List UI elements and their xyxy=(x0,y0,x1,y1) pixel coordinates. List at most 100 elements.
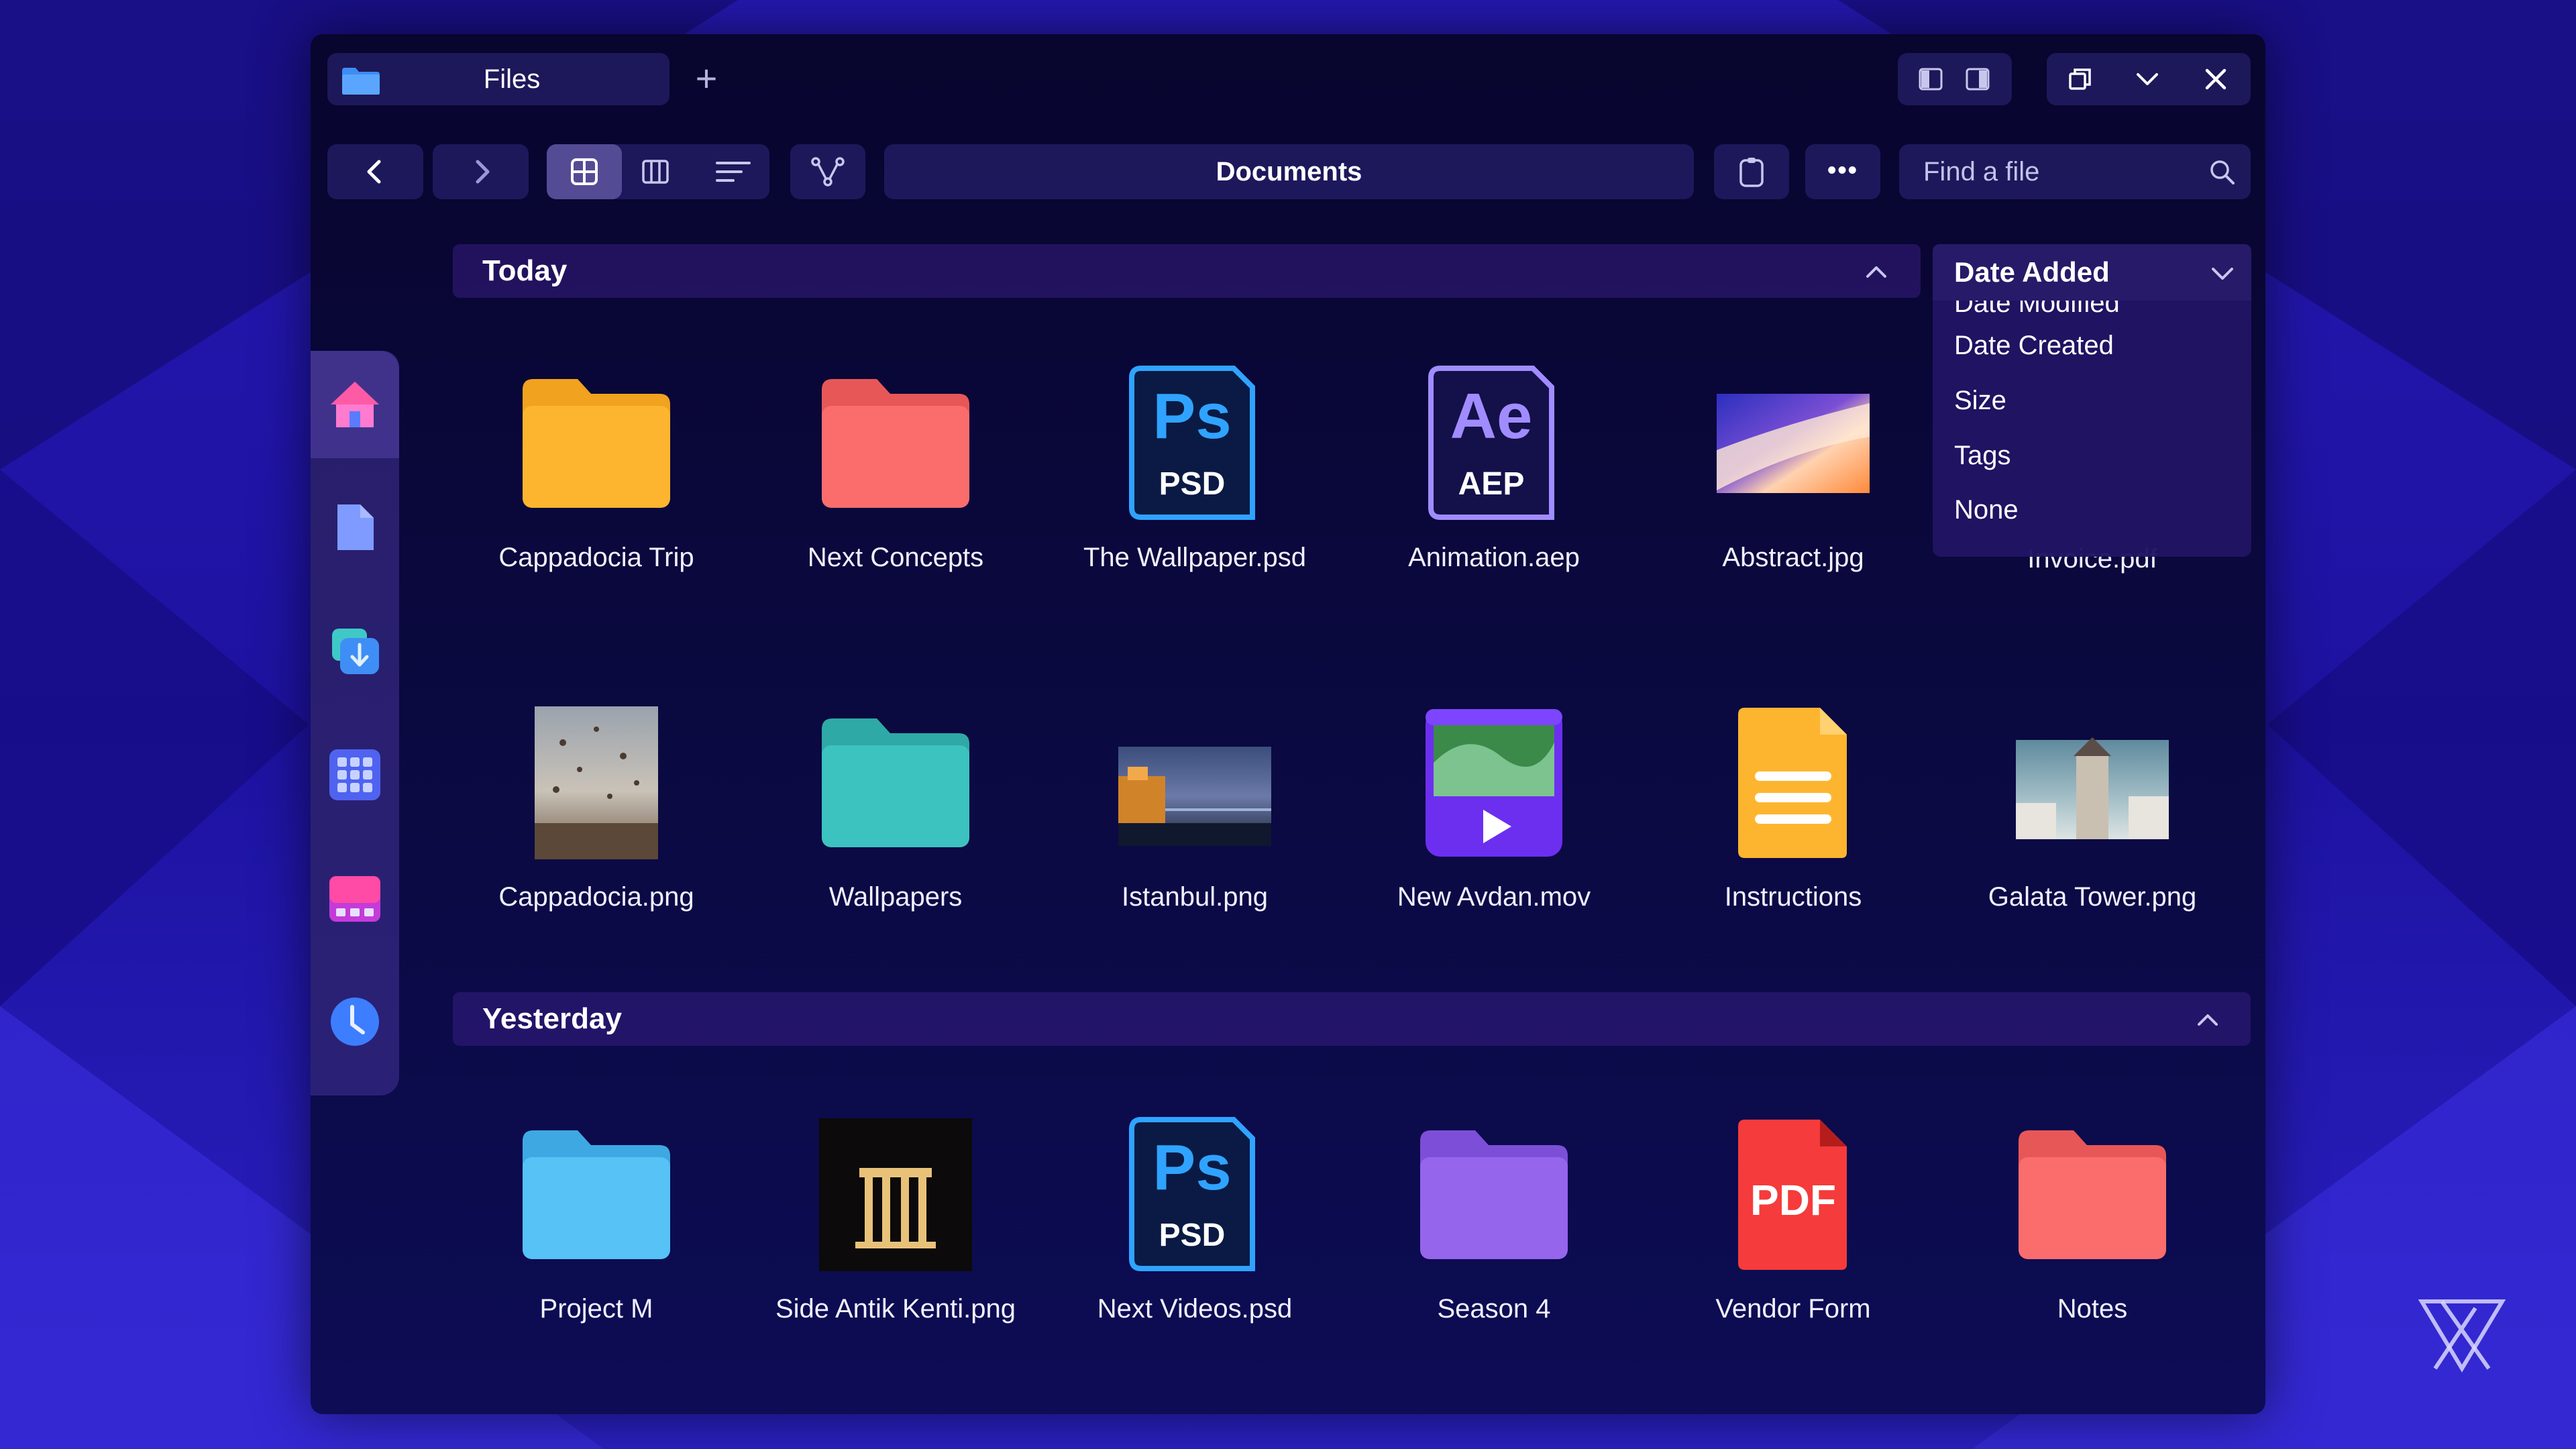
folder-icon xyxy=(523,1130,670,1259)
file-name: Vendor Form xyxy=(1715,1294,1871,1324)
window-controls xyxy=(2047,53,2251,105)
svg-text:PDF: PDF xyxy=(1750,1176,1836,1224)
image-thumbnail-icon xyxy=(819,1118,972,1271)
grid-view-button[interactable] xyxy=(547,144,622,199)
sidebar-item-home[interactable] xyxy=(311,351,399,458)
left-panel-toggle-icon[interactable] xyxy=(1917,66,1944,93)
restore-icon[interactable] xyxy=(2067,66,2094,93)
sort-option[interactable]: Size xyxy=(1954,386,2006,416)
file-item[interactable]: Abstract.jpg xyxy=(1652,363,1934,604)
sort-option[interactable]: Date Modified xyxy=(1954,301,2120,319)
file-item[interactable]: Instructions xyxy=(1652,702,1934,944)
folder-icon xyxy=(2019,1130,2166,1259)
tab-files[interactable]: Files xyxy=(327,53,669,105)
file-item[interactable]: Ae AEP Animation.aep xyxy=(1353,363,1635,604)
sort-dropdown[interactable]: Date Added xyxy=(1933,244,2251,301)
svg-text:PSD: PSD xyxy=(1159,1218,1226,1253)
search-icon[interactable] xyxy=(2209,159,2236,186)
file-item[interactable]: Season 4 xyxy=(1353,1114,1635,1356)
image-thumbnail-icon xyxy=(535,706,658,859)
watermark-logo xyxy=(2418,1299,2506,1373)
clipboard-icon xyxy=(1739,158,1764,187)
pdf-file-icon: PDF xyxy=(1738,1120,1847,1270)
video-file-icon xyxy=(1426,709,1562,857)
image-thumbnail-icon xyxy=(2016,737,2169,839)
file-item[interactable]: Ps PSD Next Videos.psd xyxy=(1054,1114,1336,1356)
file-name: Cappadocia.png xyxy=(498,882,694,912)
svg-text:AEP: AEP xyxy=(1458,466,1525,502)
new-tab-button[interactable]: + xyxy=(686,60,727,100)
photoshop-file-icon: Ps PSD xyxy=(1129,366,1255,520)
file-item[interactable]: Galata Tower.png xyxy=(1951,702,2233,944)
svg-text:Ps: Ps xyxy=(1152,1132,1231,1203)
file-item[interactable]: Wallpapers xyxy=(755,702,1036,944)
image-thumbnail-icon xyxy=(1118,747,1271,846)
section-header-yesterday[interactable]: Yesterday xyxy=(453,992,2251,1046)
document-icon xyxy=(1738,708,1847,858)
column-view-icon[interactable] xyxy=(641,157,670,186)
file-name: Next Videos.psd xyxy=(1097,1294,1293,1324)
layout-controls xyxy=(1898,53,2012,105)
grid-view-icon xyxy=(571,158,598,185)
chevron-up-icon[interactable] xyxy=(1864,260,1888,282)
sidebar-item-media[interactable] xyxy=(311,845,399,953)
downloads-icon xyxy=(332,629,379,674)
file-item[interactable]: New Avdan.mov xyxy=(1353,702,1635,944)
search-box xyxy=(1899,144,2251,199)
folder-icon xyxy=(1420,1130,1568,1259)
file-name: Animation.aep xyxy=(1408,543,1580,572)
apps-grid-icon xyxy=(329,749,380,800)
right-panel-toggle-icon[interactable] xyxy=(1964,66,1991,93)
media-icon xyxy=(329,876,380,922)
section-title: Yesterday xyxy=(482,1002,622,1035)
filter-button[interactable] xyxy=(790,144,865,199)
sidebar-item-documents[interactable] xyxy=(311,474,399,581)
folder-icon xyxy=(822,718,969,847)
more-options-button[interactable]: ••• xyxy=(1805,144,1880,199)
sidebar-item-recent[interactable] xyxy=(311,968,399,1075)
file-name: Season 4 xyxy=(1437,1294,1551,1324)
svg-text:PSD: PSD xyxy=(1159,466,1226,502)
file-item[interactable]: Project M xyxy=(455,1114,737,1356)
file-item[interactable]: Notes xyxy=(1951,1114,2233,1356)
forward-button[interactable] xyxy=(433,144,529,199)
file-item[interactable]: Cappadocia Trip xyxy=(455,363,737,604)
close-icon[interactable] xyxy=(2202,66,2229,93)
file-name: Side Antik Kenti.png xyxy=(775,1294,1016,1324)
file-item[interactable]: Next Concepts xyxy=(755,363,1036,604)
file-name: The Wallpaper.psd xyxy=(1083,543,1307,572)
search-input[interactable] xyxy=(1923,144,2192,199)
section-header-today[interactable]: Today xyxy=(453,244,1921,298)
file-name: New Avdan.mov xyxy=(1397,882,1591,912)
file-item[interactable]: Ps PSD The Wallpaper.psd xyxy=(1054,363,1336,604)
chevron-left-icon xyxy=(367,160,381,184)
file-name: Notes xyxy=(2057,1294,2128,1324)
file-manager-window: Files + Documents ••• Find a file Today … xyxy=(311,34,2265,1414)
file-item[interactable]: PDF Vendor Form xyxy=(1652,1114,1934,1356)
file-name: Galata Tower.png xyxy=(1988,882,2197,912)
photoshop-file-icon: Ps PSD xyxy=(1129,1117,1255,1271)
sort-option[interactable]: Date Created xyxy=(1954,331,2114,361)
file-item[interactable]: Istanbul.png xyxy=(1054,702,1336,944)
file-item[interactable]: Cappadocia.png xyxy=(455,702,737,944)
file-name: Next Concepts xyxy=(807,543,984,572)
sort-option[interactable]: Tags xyxy=(1954,441,2011,471)
file-item[interactable]: Side Antik Kenti.png xyxy=(755,1114,1036,1356)
sort-selected-label: Date Added xyxy=(1954,256,2110,288)
minimize-chevron-icon[interactable] xyxy=(2134,66,2161,93)
sidebar-item-apps[interactable] xyxy=(311,721,399,828)
folder-icon xyxy=(822,379,969,508)
back-button[interactable] xyxy=(327,144,423,199)
svg-text:Ae: Ae xyxy=(1450,380,1533,452)
chevron-down-icon xyxy=(2212,268,2233,280)
clipboard-button[interactable] xyxy=(1714,144,1789,199)
list-view-icon[interactable] xyxy=(714,157,752,186)
chevron-up-icon[interactable] xyxy=(2196,1008,2220,1030)
path-bar[interactable]: Documents xyxy=(884,144,1694,199)
sort-option[interactable]: None xyxy=(1954,495,2019,525)
view-mode-group xyxy=(547,144,769,199)
sidebar xyxy=(311,351,399,1095)
file-name: Istanbul.png xyxy=(1122,882,1268,912)
sidebar-item-downloads[interactable] xyxy=(311,598,399,705)
section-title: Today xyxy=(482,254,568,287)
